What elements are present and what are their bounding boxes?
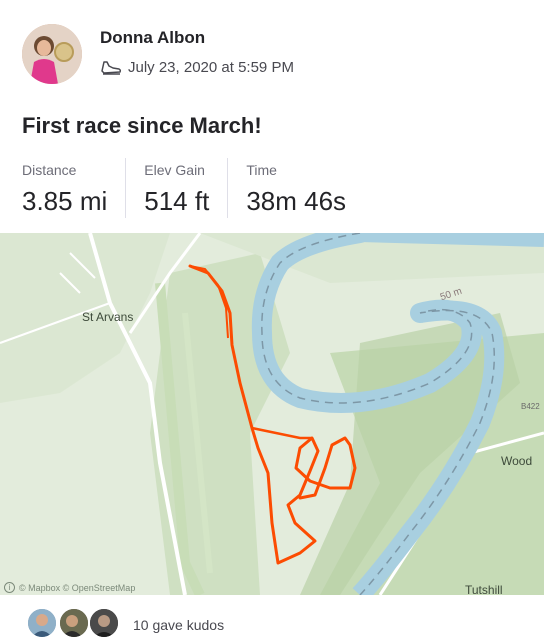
map-attribution[interactable]: i © Mapbox © OpenStreetMap [4, 582, 135, 593]
stat-label: Time [246, 162, 277, 178]
stat-label: Elev Gain [144, 162, 205, 178]
map-canvas [0, 233, 544, 595]
attribution-text: © Mapbox © OpenStreetMap [19, 582, 136, 593]
stat-value: 38m 46s [246, 186, 347, 216]
stat-label: Distance [22, 162, 77, 178]
map-label-woodcroft: Wood [501, 454, 533, 468]
athlete-avatar[interactable] [22, 24, 82, 84]
map-label-road: B422 [521, 402, 540, 411]
stat-value: 514 ft [144, 186, 210, 216]
activity-date: July 23, 2020 at 5:59 PM [128, 58, 294, 76]
stat-distance: Distance 3.85 mi [22, 158, 127, 218]
map-label-st-arvans: St Arvans [82, 310, 134, 324]
stat-value: 3.85 mi [22, 186, 108, 216]
stat-elev-gain: Elev Gain 514 ft [144, 158, 229, 218]
activity-stats: Distance 3.85 mi Elev Gain 514 ft Time 3… [22, 158, 382, 218]
kudos-avatar[interactable] [26, 607, 58, 639]
route-map[interactable]: St Arvans Wood Tutshill B422 50 m i © Ma… [0, 233, 544, 595]
athlete-name[interactable]: Donna Albon [100, 28, 205, 48]
activity-title[interactable]: First race since March! [22, 113, 262, 139]
kudos-count[interactable]: 10 gave kudos [133, 617, 224, 633]
activity-meta: July 23, 2020 at 5:59 PM [100, 58, 294, 76]
running-shoe-icon [101, 61, 122, 75]
map-label-tutshill: Tutshill [465, 583, 503, 595]
info-icon[interactable]: i [4, 582, 15, 593]
kudos-avatar[interactable] [58, 607, 90, 639]
activity-header: Donna Albon July 23, 2020 at 5:59 PM [0, 0, 544, 100]
stat-time: Time 38m 46s [246, 158, 364, 218]
kudos-avatar[interactable] [88, 607, 120, 639]
